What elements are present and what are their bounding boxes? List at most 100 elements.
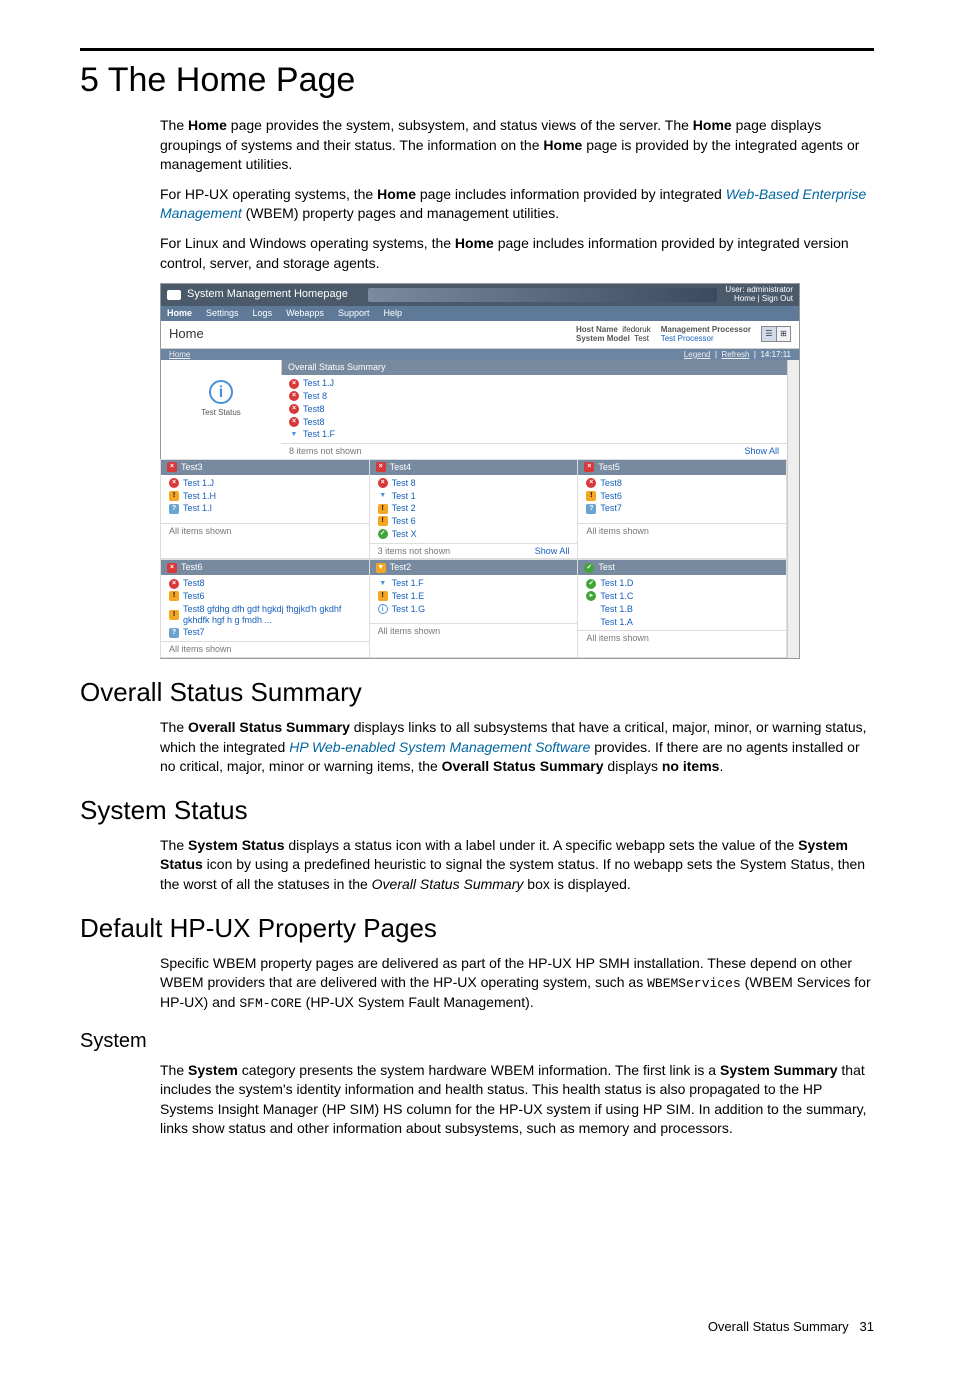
card-title: Test6 xyxy=(181,562,203,573)
card-item[interactable]: Test 1.E xyxy=(370,590,578,603)
status-icon xyxy=(586,579,596,589)
tab-settings[interactable]: Settings xyxy=(206,308,239,319)
show-all-link[interactable]: Show All xyxy=(744,446,779,457)
show-all-link[interactable]: Show All xyxy=(535,546,570,557)
card-header[interactable]: Test4 xyxy=(370,460,578,475)
refresh-link[interactable]: Refresh xyxy=(721,350,749,359)
status-card: TestTest 1.DTest 1.CTest 1.BTest 1.AAll … xyxy=(577,559,787,658)
sys-status-para: The System Status displays a status icon… xyxy=(160,836,874,895)
card-item[interactable]: Test 1.A xyxy=(578,616,786,629)
card-item[interactable]: Test 1.C xyxy=(578,590,786,603)
tab-home[interactable]: Home xyxy=(167,308,192,319)
status-card: Test3 Test 1.J Test 1.HTest 1.I All items s… xyxy=(160,459,370,560)
oss-item[interactable]: Test 8 xyxy=(281,390,787,403)
card-item[interactable]: Test 1.I xyxy=(161,502,369,515)
card-item[interactable]: Test8 gfdhg dfh gdf hgkdj fhgjkd'h gkdhf… xyxy=(161,603,369,627)
card-item-label: Test 1.D xyxy=(600,578,633,589)
card-item[interactable]: Test 6 xyxy=(370,515,578,528)
card-item[interactable]: Test8 xyxy=(161,577,369,590)
status-icon xyxy=(289,379,299,389)
card-item[interactable]: Test 1.D xyxy=(578,577,786,590)
status-icon xyxy=(584,462,594,472)
card-header[interactable]: Test3 xyxy=(161,460,369,475)
grid-view-icon[interactable]: ⊞ xyxy=(776,327,790,341)
status-icon xyxy=(169,591,179,601)
card-item[interactable]: Test6 xyxy=(578,490,786,503)
card-title: Test xyxy=(598,562,615,573)
banner-image xyxy=(368,288,718,302)
system-para: The System category presents the system … xyxy=(160,1061,874,1139)
card-item-label: Test6 xyxy=(183,591,205,602)
card-item-label: Test7 xyxy=(600,503,622,514)
status-icon xyxy=(584,563,594,573)
card-item-label: Test 1.C xyxy=(600,591,633,602)
card-item-label: Test 8 xyxy=(392,478,416,489)
list-view-icon[interactable]: ☰ xyxy=(762,327,776,341)
card-item[interactable]: Test 1.F xyxy=(370,577,578,590)
status-icon xyxy=(167,462,177,472)
top-tabs[interactable]: Home Settings Logs Webapps Support Help xyxy=(161,306,799,321)
card-item-label: Test 6 xyxy=(392,516,416,527)
status-icon xyxy=(289,417,299,427)
intro-para-2: For HP-UX operating systems, the Home pa… xyxy=(160,185,874,224)
status-icon xyxy=(378,604,388,614)
card-item-label: Test8 gfdhg dfh gdf hgkdj fhgjkd'h gkdhf… xyxy=(183,604,361,626)
status-icon xyxy=(169,504,179,514)
card-header[interactable]: Test5 xyxy=(578,460,786,475)
tab-help[interactable]: Help xyxy=(383,308,402,319)
card-title: Test3 xyxy=(181,462,203,473)
breadcrumb-home[interactable]: Home xyxy=(169,350,190,360)
oss-item[interactable]: Test 1.J xyxy=(281,377,787,390)
card-count: All items shown xyxy=(169,526,232,537)
card-item[interactable]: Test 1 xyxy=(370,490,578,503)
test-status-block: i Test Status xyxy=(161,360,281,459)
card-count: All items shown xyxy=(378,626,441,637)
card-item[interactable]: Test7 xyxy=(161,626,369,639)
card-header[interactable]: Test xyxy=(578,560,786,575)
status-card: Test2 Test 1.FTest 1.ETest 1.G All items s… xyxy=(369,559,579,658)
card-item[interactable]: Test 1.B xyxy=(578,603,786,616)
oss-item[interactable]: Test8 xyxy=(281,403,787,416)
card-item[interactable]: Test 1.H xyxy=(161,490,369,503)
status-icon xyxy=(378,579,388,589)
card-header[interactable]: Test2 xyxy=(370,560,578,575)
status-icon xyxy=(289,404,299,414)
card-item[interactable]: Test 1.G xyxy=(370,603,578,616)
legend-link[interactable]: Legend xyxy=(684,350,711,359)
tab-support[interactable]: Support xyxy=(338,308,370,319)
status-icon xyxy=(169,628,179,638)
card-item[interactable]: Test 1.J xyxy=(161,477,369,490)
scrollbar[interactable] xyxy=(787,360,799,658)
chapter-title: 5 The Home Page xyxy=(80,61,874,100)
card-item-label: Test 1.A xyxy=(600,617,633,628)
h2-system-status: System Status xyxy=(80,795,874,826)
card-item[interactable]: Test6 xyxy=(161,590,369,603)
card-item-label: Test 1.F xyxy=(392,578,424,589)
status-icon xyxy=(586,478,596,488)
view-toggle[interactable]: ☰⊞ xyxy=(761,326,791,342)
info-icon: i xyxy=(209,380,233,404)
card-item[interactable]: Test X xyxy=(370,528,578,541)
hpux-para: Specific WBEM property pages are deliver… xyxy=(160,954,874,1014)
tab-logs[interactable]: Logs xyxy=(253,308,273,319)
page-label: Home xyxy=(169,326,204,342)
card-title: Test2 xyxy=(390,562,412,573)
card-item[interactable]: Test8 xyxy=(578,477,786,490)
tab-webapps[interactable]: Webapps xyxy=(286,308,324,319)
screenshot-smh: System Management Homepage User: adminis… xyxy=(160,283,800,659)
card-item[interactable]: Test 2 xyxy=(370,502,578,515)
status-icon xyxy=(169,579,179,589)
status-icon xyxy=(376,563,386,573)
card-item-label: Test 1.G xyxy=(392,604,426,615)
card-header[interactable]: Test6 xyxy=(161,560,369,575)
card-item-label: Test 1.H xyxy=(183,491,216,502)
h2-oss: Overall Status Summary xyxy=(80,677,874,708)
oss-item[interactable]: Test8 xyxy=(281,416,787,429)
oss-item[interactable]: Test 1.F xyxy=(281,428,787,441)
card-item-label: Test 1.J xyxy=(183,478,214,489)
card-item-label: Test7 xyxy=(183,627,205,638)
status-icon xyxy=(289,391,299,401)
card-item[interactable]: Test 8 xyxy=(370,477,578,490)
card-item[interactable]: Test7 xyxy=(578,502,786,515)
card-item-label: Test 2 xyxy=(392,503,416,514)
